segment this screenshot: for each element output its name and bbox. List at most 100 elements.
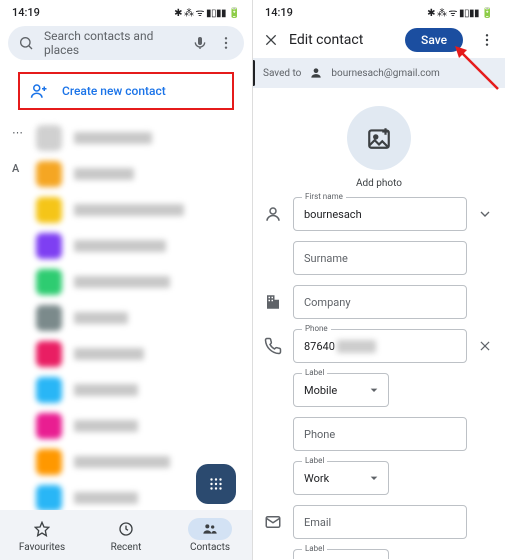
contact-avatar [36,233,62,259]
bottom-tabs: Favourites Recent Contacts [0,510,252,560]
label-text: Label [302,544,327,553]
contact-avatar [36,197,62,223]
phone-label-dropdown-2[interactable]: Label Work [293,461,389,495]
section-a: A [12,162,19,175]
phone-value: 87640 [304,340,376,353]
contact-row[interactable] [0,408,252,444]
clock-icon [118,521,134,537]
account-icon [309,66,323,80]
contact-row[interactable] [0,372,252,408]
saved-to-label: Saved to [263,68,301,79]
contact-row[interactable] [0,300,252,336]
more-vert-icon[interactable] [218,35,234,51]
person-add-icon [30,82,48,100]
tab-favourites[interactable]: Favourites [0,510,84,560]
dropdown-icon [366,470,382,486]
first-name-field[interactable]: First name bournesach [293,197,467,231]
dialpad-icon [207,475,225,493]
person-icon [264,205,282,223]
app-bar: Edit contact Save [253,22,505,58]
company-placeholder: Company [304,296,351,309]
page-title: Edit contact [289,32,395,48]
saved-to-banner[interactable]: Saved to bournesach@gmail.com [253,58,505,88]
contact-avatar [36,161,62,187]
tab-label: Favourites [19,542,65,553]
contact-avatar [36,269,62,295]
save-button[interactable]: Save [405,28,463,52]
status-time: 14:19 [12,6,40,19]
company-field[interactable]: Company [293,285,467,319]
contact-avatar [36,341,62,367]
contact-avatar [36,305,62,331]
phone-field-2[interactable]: Phone [293,417,467,451]
phone-placeholder: Phone [304,428,335,441]
first-name-value: bournesach [304,208,362,221]
contacts-list: ⋯ A [0,120,252,516]
clear-icon[interactable] [478,339,492,353]
contact-avatar [36,413,62,439]
contact-row[interactable] [0,120,252,156]
people-icon [202,521,218,537]
contact-name-blurred [74,492,138,504]
expand-icon[interactable] [477,206,493,222]
star-icon [34,521,50,537]
search-placeholder: Search contacts and places [44,29,182,57]
search-bar[interactable]: Search contacts and places [8,26,244,60]
surname-placeholder: Surname [304,252,348,265]
label-text: Label [302,368,327,377]
contact-avatar [36,485,62,511]
dropdown-icon [366,382,382,398]
tab-label: Recent [111,542,142,553]
contact-name-blurred [74,132,152,144]
building-icon [264,293,282,311]
status-bar: 14:19 ✱ ⁂ ᯤ ▮▯▮▮ 🔋 [0,0,252,22]
contact-row[interactable] [0,156,252,192]
search-icon [18,35,34,51]
surname-field[interactable]: Surname [293,241,467,275]
label-text: Label [302,456,327,465]
add-photo-button[interactable] [347,106,411,170]
contact-avatar [36,125,62,151]
saved-to-email: bournesach@gmail.com [331,68,439,79]
label-value: Mobile [304,384,337,397]
add-photo-section: Add photo [253,88,505,197]
status-icons: ✱ ⁂ ᯤ ▮▯▮▮ 🔋 [174,5,240,19]
contact-row[interactable] [0,264,252,300]
tab-recent[interactable]: Recent [84,510,168,560]
email-placeholder: Email [304,516,331,529]
edit-contact-form: First name bournesach Surname Company [253,197,505,559]
accent-bar [252,60,255,86]
create-contact-label: Create new contact [62,84,166,98]
close-icon[interactable] [263,32,279,48]
contact-name-blurred [74,312,128,324]
contact-name-blurred [74,204,184,216]
contact-row[interactable] [0,228,252,264]
tab-contacts[interactable]: Contacts [168,510,252,560]
email-label-dropdown[interactable]: Label [293,549,389,559]
status-icons: ✱ ⁂ ᯤ ▮▯▮▮ 🔋 [427,5,493,19]
contact-avatar [36,377,62,403]
contact-name-blurred [74,168,134,180]
section-other: ⋯ [12,126,23,139]
dialpad-fab[interactable] [196,464,236,504]
status-time: 14:19 [265,6,293,19]
first-name-label: First name [302,192,346,201]
phone-field-1[interactable]: Phone 87640 [293,329,467,363]
add-image-icon [366,125,392,151]
label-value: Work [304,472,329,485]
contact-avatar [36,449,62,475]
contact-name-blurred [74,456,170,468]
contact-row[interactable] [0,336,252,372]
contact-row[interactable] [0,192,252,228]
phone-label: Phone [302,324,331,333]
more-vert-icon[interactable] [479,32,495,48]
contact-name-blurred [74,276,170,288]
phone-label-dropdown-1[interactable]: Label Mobile [293,373,389,407]
email-field[interactable]: Email [293,505,467,539]
add-photo-label: Add photo [356,178,402,189]
create-new-contact-button[interactable]: Create new contact [18,72,234,110]
email-icon [264,513,282,531]
mic-icon[interactable] [192,35,208,51]
contact-name-blurred [74,420,138,432]
contact-name-blurred [74,384,138,396]
